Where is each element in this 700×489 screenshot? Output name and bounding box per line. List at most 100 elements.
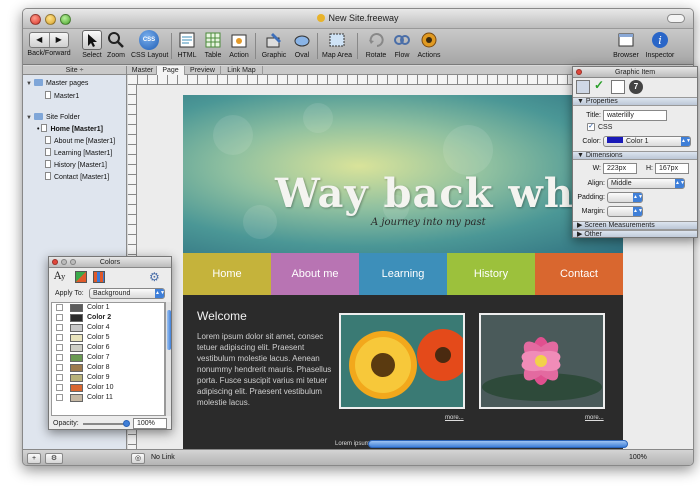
site-header-popup[interactable]: Site ÷ — [23, 66, 127, 75]
site-page-preview[interactable]: Way back whe A journey into my past Home… — [183, 95, 623, 449]
nav-home[interactable]: Home — [183, 253, 271, 295]
tree-page-learning[interactable]: Learning [Master1] — [45, 148, 112, 157]
panel-minimize-button[interactable] — [61, 259, 67, 265]
browser-button[interactable]: Browser — [611, 30, 641, 59]
swatch-checkbox[interactable] — [56, 324, 63, 331]
inspector-button[interactable]: i Inspector — [643, 30, 677, 59]
back-arrow-icon[interactable]: ◀ — [30, 33, 49, 47]
tree-master1[interactable]: Master1 — [45, 91, 79, 100]
nav-learning[interactable]: Learning — [359, 253, 447, 295]
more-link-1[interactable]: more... — [445, 415, 464, 421]
padding-popup[interactable]: ▲▼ — [607, 192, 643, 203]
horizontal-scrollbar[interactable] — [368, 440, 628, 448]
waterlily-photo[interactable] — [479, 313, 605, 409]
properties-section[interactable]: ▼ Properties — [573, 97, 697, 106]
dimensions-section[interactable]: ▼ Dimensions — [573, 151, 697, 160]
zoom-level[interactable]: 100% — [629, 454, 647, 461]
swatch-checkbox[interactable] — [56, 364, 63, 371]
swatch-scroll-thumb[interactable] — [167, 310, 171, 350]
map-area-button[interactable]: Map Area — [321, 30, 353, 59]
actions-button[interactable]: Actions — [415, 30, 443, 59]
swatch-checkbox[interactable] — [56, 344, 63, 351]
swatch-list[interactable]: Color 1 Color 2 Color 4 Color 5 Color 6 … — [51, 302, 165, 416]
color-popup[interactable]: Color 1 ▲▼ — [603, 136, 691, 147]
tab-master[interactable]: Master — [129, 66, 157, 75]
more-link-2[interactable]: more... — [585, 415, 604, 421]
disclosure-triangle-icon[interactable]: ▼ — [26, 81, 32, 87]
panel-close-button[interactable] — [52, 259, 58, 265]
margin-popup[interactable]: ▲▼ — [607, 206, 643, 217]
opacity-slider[interactable] — [83, 420, 130, 427]
toolbar-toggle-button[interactable] — [667, 14, 685, 23]
page-tab-icon[interactable] — [611, 80, 625, 94]
tab-preview[interactable]: Preview — [185, 66, 221, 75]
back-forward-button[interactable]: ◀ ▶ Back/Forward — [27, 30, 71, 57]
graphic-item-button[interactable]: Graphic — [259, 30, 289, 59]
swatch-row[interactable]: Color 7 — [52, 353, 164, 363]
swatch-checkbox[interactable] — [56, 354, 63, 361]
swatch-row[interactable]: Color 5 — [52, 333, 164, 343]
swatch-row[interactable]: Color 6 — [52, 343, 164, 353]
swatch-checkbox[interactable] — [56, 384, 63, 391]
zoom-tool-button[interactable]: Zoom — [105, 30, 127, 59]
swatch-checkbox[interactable] — [56, 394, 63, 401]
panel-zoom-button[interactable] — [70, 259, 76, 265]
nav-history[interactable]: History — [447, 253, 535, 295]
disclosure-triangle-icon[interactable]: ▼ — [26, 115, 32, 121]
swatch-row[interactable]: Color 10 — [52, 383, 164, 393]
oval-item-button[interactable]: Oval — [291, 30, 313, 59]
html-item-button[interactable]: HTML — [175, 30, 199, 59]
tree-page-contact[interactable]: Contact [Master1] — [45, 172, 109, 181]
swatch-scrollbar[interactable] — [165, 302, 171, 416]
align-popup[interactable]: Middle ▲▼ — [607, 178, 685, 189]
hero-banner[interactable]: Way back whe A journey into my past — [183, 95, 623, 253]
add-button[interactable]: + — [27, 453, 41, 464]
table-item-button[interactable]: Table — [201, 30, 225, 59]
rotate-button[interactable]: Rotate — [363, 30, 389, 59]
swatch-row[interactable]: Color 4 — [52, 323, 164, 333]
swatch-checkbox[interactable] — [56, 304, 63, 311]
apply-to-popup[interactable]: Background ▲▼ — [89, 288, 165, 299]
swatch-list-icon[interactable] — [93, 271, 105, 283]
forward-arrow-icon[interactable]: ▶ — [48, 33, 69, 47]
link-globe-icon[interactable]: ◎ — [131, 453, 145, 464]
link-status[interactable]: No Link — [151, 454, 175, 461]
swatch-checkbox[interactable] — [56, 334, 63, 341]
width-field[interactable]: 223px — [603, 163, 637, 174]
gear-icon[interactable]: ⚙ — [149, 270, 160, 284]
swatch-row[interactable]: Color 1 — [52, 303, 164, 313]
extended-tab-icon[interactable]: 7 — [629, 80, 643, 94]
gear-menu-icon[interactable]: ⚙ — [45, 453, 63, 464]
swatch-checkbox[interactable] — [56, 314, 63, 321]
swatch-checkbox[interactable] — [56, 374, 63, 381]
opacity-field[interactable]: 100% — [133, 418, 167, 429]
text-color-icon[interactable]: Ay — [54, 271, 65, 282]
swatch-row[interactable]: Color 2 — [52, 313, 164, 323]
graphic-tab-icon[interactable] — [576, 80, 590, 94]
checkmark-tab-icon[interactable]: ✓ — [594, 78, 604, 92]
swatch-row[interactable]: Color 8 — [52, 363, 164, 373]
opacity-slider-knob[interactable] — [123, 420, 130, 427]
other-section[interactable]: ▶ Other — [573, 230, 697, 237]
tab-page[interactable]: Page — [157, 66, 185, 75]
tree-page-about[interactable]: About me [Master1] — [45, 136, 115, 145]
screen-measurements-section[interactable]: ▶ Screen Measurements — [573, 221, 697, 230]
fill-color-icon[interactable] — [75, 271, 87, 283]
back-forward-control[interactable]: ◀ ▶ — [29, 32, 69, 48]
nav-about[interactable]: About me — [271, 253, 359, 295]
tree-page-home[interactable]: • Home [Master1] — [37, 124, 103, 133]
select-tool-button[interactable]: Select — [81, 30, 103, 59]
action-item-button[interactable]: Action — [227, 30, 251, 59]
panel-close-button[interactable] — [576, 69, 582, 75]
tree-master-pages[interactable]: ▼ Master pages — [26, 79, 88, 87]
css-checkbox[interactable]: ✓ — [587, 123, 595, 131]
nav-contact[interactable]: Contact — [535, 253, 623, 295]
sunflower-photo[interactable] — [339, 313, 465, 409]
tab-link-map[interactable]: Link Map — [221, 66, 263, 75]
height-field[interactable]: 167px — [655, 163, 689, 174]
title-field[interactable]: waterlilly — [603, 110, 667, 121]
flow-button[interactable]: Flow — [391, 30, 413, 59]
tree-page-history[interactable]: History [Master1] — [45, 160, 107, 169]
tree-site-folder[interactable]: ▼ Site Folder — [26, 113, 80, 121]
swatch-row[interactable]: Color 9 — [52, 373, 164, 383]
